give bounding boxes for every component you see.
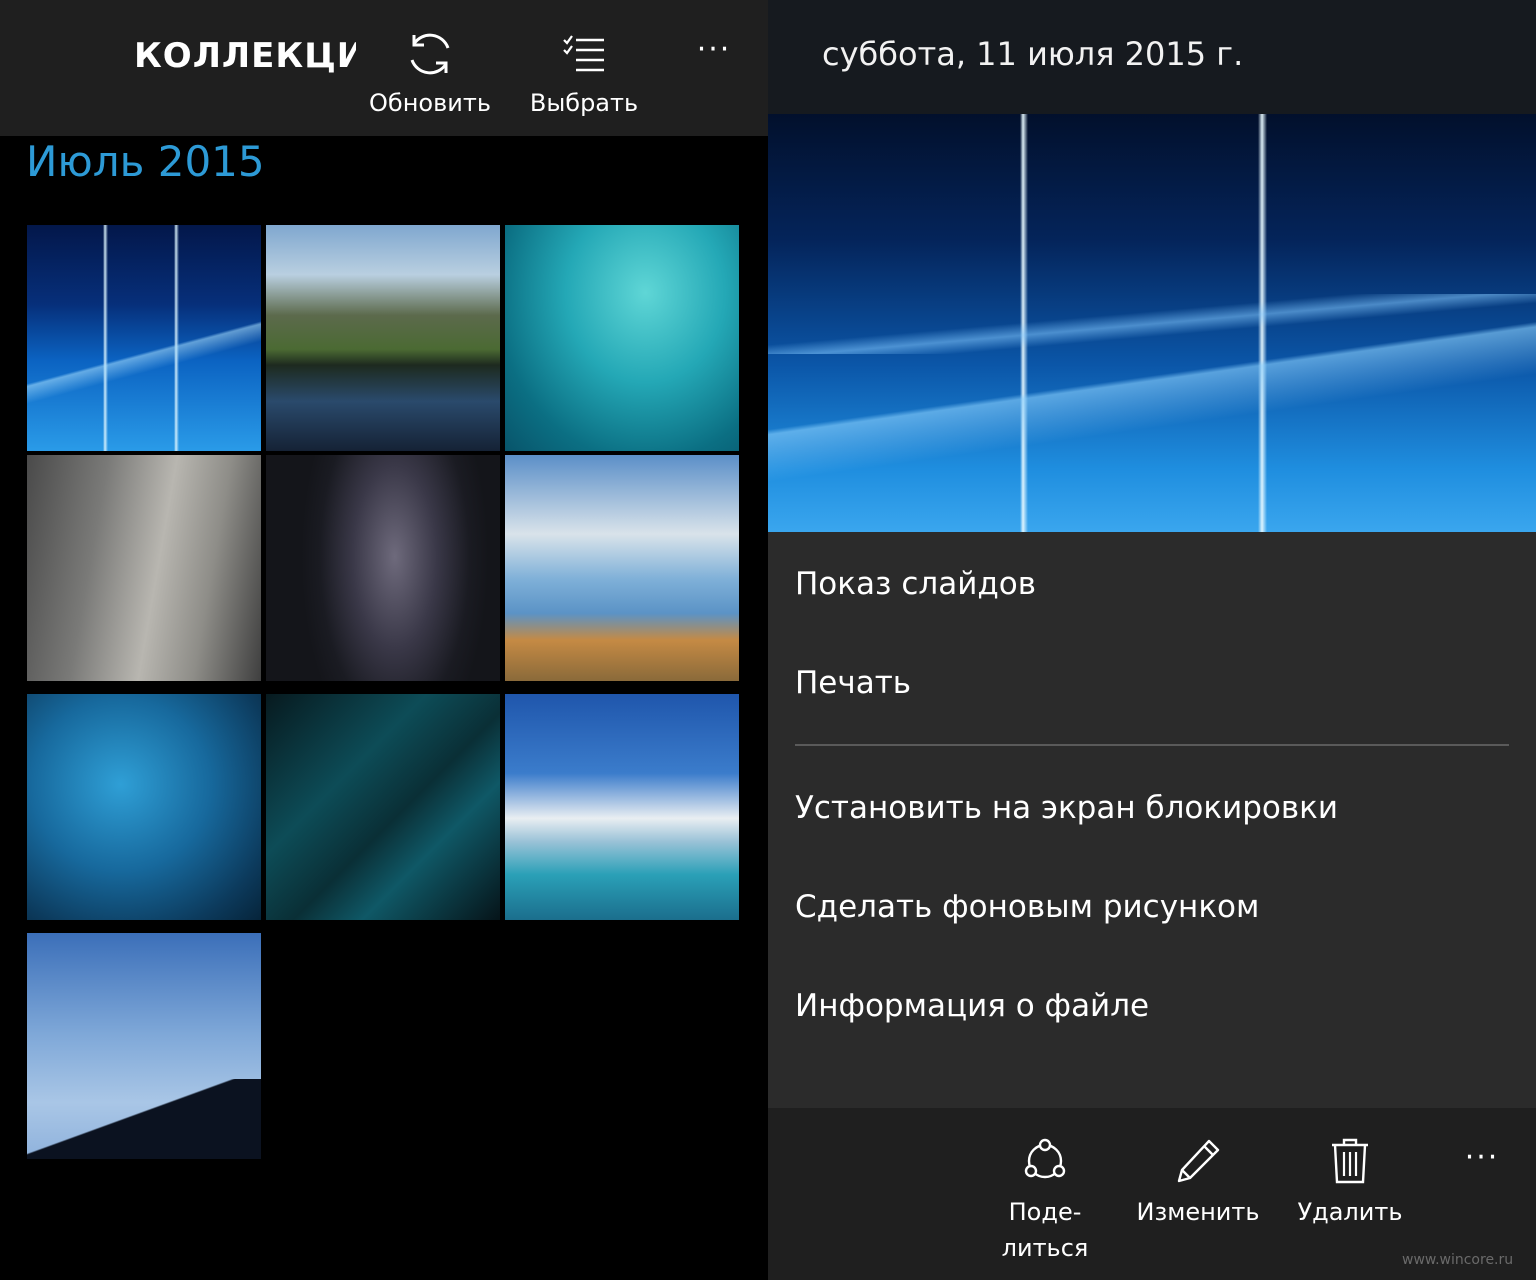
edit-button[interactable]: Изменить — [1132, 1136, 1264, 1230]
photo-preview-glow — [768, 294, 1536, 354]
collection-command-bar: КОЛЛЕКЦИЯ Обновить Выбрать ··· — [0, 0, 768, 136]
photo-thumbnail[interactable] — [505, 455, 739, 681]
photo-thumbnail[interactable] — [27, 225, 261, 451]
delete-button[interactable]: Удалить — [1290, 1136, 1410, 1230]
refresh-button[interactable]: Обновить — [362, 28, 498, 118]
share-button[interactable]: Поде- литься — [990, 1136, 1100, 1266]
menu-divider — [795, 744, 1509, 746]
pencil-icon — [1177, 1139, 1220, 1183]
select-list-icon — [563, 35, 604, 72]
trash-icon — [1332, 1138, 1368, 1184]
photo-detail-pane: суббота, 11 июля 2015 г. Показ слайдов П… — [768, 0, 1536, 1280]
photo-thumbnail[interactable] — [27, 455, 261, 681]
menu-item-set-background[interactable]: Сделать фоновым рисунком — [795, 885, 1259, 929]
photo-thumbnail[interactable] — [266, 694, 500, 920]
photo-thumbnail[interactable] — [27, 933, 261, 1159]
photo-preview[interactable] — [768, 114, 1536, 532]
refresh-label: Обновить — [369, 89, 491, 117]
delete-label: Удалить — [1297, 1198, 1403, 1226]
select-button[interactable]: Выбрать — [520, 28, 648, 118]
more-options-icon[interactable]: ··· — [1458, 1138, 1506, 1186]
select-label: Выбрать — [529, 89, 639, 117]
share-icon — [1024, 1138, 1066, 1179]
photo-thumbnail[interactable] — [266, 455, 500, 681]
edit-label: Изменить — [1136, 1198, 1260, 1226]
photo-date: суббота, 11 июля 2015 г. — [822, 35, 1244, 73]
context-menu: Показ слайдов Печать Установить на экран… — [768, 532, 1536, 1108]
more-options-icon[interactable]: ··· — [690, 30, 738, 78]
collection-pane: КОЛЛЕКЦИЯ Обновить Выбрать ··· Июль 2 — [0, 0, 768, 1280]
photo-thumbnail[interactable] — [505, 225, 739, 451]
menu-item-file-info[interactable]: Информация о файле — [795, 984, 1149, 1028]
month-header: Июль 2015 — [26, 137, 265, 186]
menu-item-set-lock-screen[interactable]: Установить на экран блокировки — [795, 786, 1338, 830]
photo-thumbnail[interactable] — [505, 694, 739, 920]
refresh-icon — [410, 33, 450, 75]
menu-item-print[interactable]: Печать — [795, 661, 911, 705]
photo-thumbnail[interactable] — [266, 225, 500, 451]
photo-thumbnail[interactable] — [27, 694, 261, 920]
page-title: КОЛЛЕКЦИЯ — [134, 36, 356, 76]
menu-item-slideshow[interactable]: Показ слайдов — [795, 562, 1036, 606]
share-label: Поде- литься — [1001, 1198, 1089, 1262]
watermark: www.wincore.ru — [1402, 1252, 1514, 1268]
